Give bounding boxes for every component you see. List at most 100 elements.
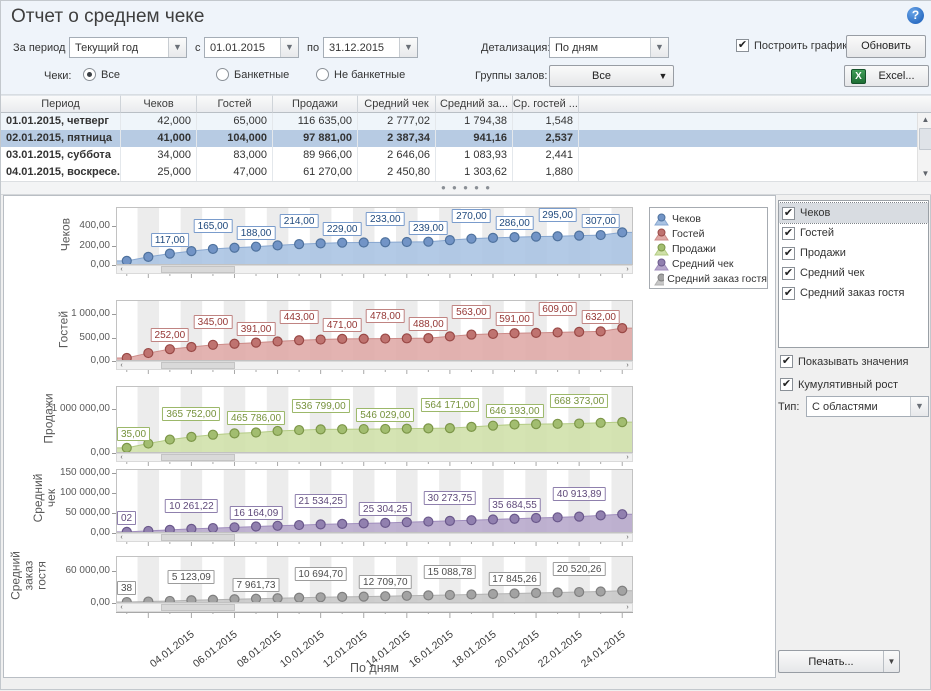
data-point[interactable] xyxy=(510,329,519,338)
data-point[interactable] xyxy=(553,513,562,522)
data-point[interactable] xyxy=(359,425,368,434)
splitter-handle[interactable]: ● ● ● ● ● xyxy=(1,181,931,195)
scrollbar-track[interactable] xyxy=(126,534,623,541)
column-header[interactable]: Ср. гостей ... xyxy=(513,95,579,113)
scroll-left-icon[interactable]: ‹ xyxy=(117,266,126,273)
data-point[interactable] xyxy=(338,238,347,247)
date-from-picker[interactable]: 01.01.2015 ▼ xyxy=(204,37,299,58)
scrollbar-thumb[interactable] xyxy=(161,266,236,273)
data-point[interactable] xyxy=(316,335,325,344)
radio-icon[interactable] xyxy=(316,68,329,81)
data-point[interactable] xyxy=(618,418,627,427)
hall-groups-dropdown[interactable]: Все ▼ xyxy=(549,65,674,87)
data-point[interactable] xyxy=(532,514,541,523)
data-point[interactable] xyxy=(359,334,368,343)
data-point[interactable] xyxy=(165,249,174,258)
data-point[interactable] xyxy=(230,339,239,348)
chart-horizontal-scrollbar[interactable]: ‹› xyxy=(116,603,633,612)
data-point[interactable] xyxy=(575,231,584,240)
data-point[interactable] xyxy=(252,428,261,437)
data-point[interactable] xyxy=(618,228,627,237)
data-point[interactable] xyxy=(553,588,562,597)
data-point[interactable] xyxy=(230,595,239,603)
series-checkbox[interactable]: ✔ xyxy=(782,287,795,300)
data-point[interactable] xyxy=(553,419,562,428)
chevron-down-icon[interactable]: ▼ xyxy=(399,38,417,57)
data-point[interactable] xyxy=(553,328,562,337)
data-point[interactable] xyxy=(424,517,433,526)
series-checkbox-row[interactable]: ✔Гостей xyxy=(779,223,928,243)
series-checkbox[interactable]: ✔ xyxy=(782,207,795,220)
data-point[interactable] xyxy=(424,237,433,246)
data-point[interactable] xyxy=(553,232,562,241)
data-point[interactable] xyxy=(187,432,196,441)
data-point[interactable] xyxy=(618,324,627,333)
data-point[interactable] xyxy=(510,589,519,598)
data-point[interactable] xyxy=(295,426,304,435)
help-icon[interactable]: ? xyxy=(907,7,924,24)
period-combobox[interactable]: Текущий год ▼ xyxy=(69,37,187,58)
data-point[interactable] xyxy=(596,587,605,596)
scroll-right-icon[interactable]: › xyxy=(623,454,632,461)
data-point[interactable] xyxy=(575,512,584,521)
data-point[interactable] xyxy=(467,422,476,431)
data-point[interactable] xyxy=(208,595,217,603)
data-point[interactable] xyxy=(488,329,497,338)
chevron-down-icon[interactable]: ▼ xyxy=(650,38,668,57)
data-point[interactable] xyxy=(402,591,411,600)
column-header[interactable]: Продажи xyxy=(273,95,358,113)
scrollbar-track[interactable] xyxy=(126,266,623,273)
cumulative-option[interactable]: ✔ Кумулятивный рост xyxy=(780,378,898,391)
scroll-right-icon[interactable]: › xyxy=(623,534,632,541)
table-vertical-scrollbar[interactable]: ▲ ▼ xyxy=(917,113,931,181)
data-point[interactable] xyxy=(187,342,196,351)
data-point[interactable] xyxy=(316,593,325,602)
table-row[interactable]: 03.01.2015, суббота34,00083,00089 966,00… xyxy=(1,147,931,164)
data-point[interactable] xyxy=(295,521,304,530)
data-point[interactable] xyxy=(467,330,476,339)
scrollbar-track[interactable] xyxy=(126,604,623,611)
chevron-down-icon[interactable]: ▼ xyxy=(168,38,186,57)
data-point[interactable] xyxy=(424,334,433,343)
data-point[interactable] xyxy=(532,589,541,598)
data-point[interactable] xyxy=(532,328,541,337)
chevron-down-icon[interactable]: ▼ xyxy=(280,38,298,57)
data-point[interactable] xyxy=(488,589,497,598)
table-row[interactable]: 02.01.2015, пятница41,000104,00097 881,0… xyxy=(1,130,931,147)
data-point[interactable] xyxy=(402,424,411,433)
data-point[interactable] xyxy=(381,238,390,247)
scrollbar-thumb[interactable] xyxy=(161,604,236,611)
scroll-up-icon[interactable]: ▲ xyxy=(918,113,931,127)
data-point[interactable] xyxy=(273,521,282,530)
data-point[interactable] xyxy=(402,334,411,343)
series-checkbox-list[interactable]: ✔Чеков✔Гостей✔Продажи✔Средний чек✔Средни… xyxy=(778,200,929,348)
data-point[interactable] xyxy=(467,516,476,525)
data-point[interactable] xyxy=(359,592,368,601)
data-point[interactable] xyxy=(402,237,411,246)
data-point[interactable] xyxy=(273,426,282,435)
scroll-left-icon[interactable]: ‹ xyxy=(117,534,126,541)
scroll-down-icon[interactable]: ▼ xyxy=(918,167,931,181)
chart-horizontal-scrollbar[interactable]: ‹› xyxy=(116,361,633,370)
scroll-left-icon[interactable]: ‹ xyxy=(117,454,126,461)
data-point[interactable] xyxy=(338,425,347,434)
data-point[interactable] xyxy=(532,232,541,241)
data-point[interactable] xyxy=(338,519,347,528)
print-button[interactable]: Печать... ▼ xyxy=(778,650,900,673)
data-point[interactable] xyxy=(316,425,325,434)
data-point[interactable] xyxy=(273,241,282,250)
scrollbar-track[interactable] xyxy=(126,454,623,461)
data-point[interactable] xyxy=(273,594,282,603)
chart-type-combobox[interactable]: С областями ▼ xyxy=(806,396,929,417)
data-point[interactable] xyxy=(252,522,261,531)
data-point[interactable] xyxy=(208,430,217,439)
print-dropdown-icon[interactable]: ▼ xyxy=(883,651,899,672)
data-point[interactable] xyxy=(445,332,454,341)
scroll-right-icon[interactable]: › xyxy=(623,266,632,273)
data-point[interactable] xyxy=(381,592,390,601)
table-row[interactable]: 01.01.2015, четверг42,00065,000116 635,0… xyxy=(1,113,931,130)
radio-option-2[interactable]: Банкетные xyxy=(216,68,289,81)
column-header[interactable]: Период xyxy=(1,95,121,113)
radio-icon[interactable] xyxy=(83,68,96,81)
data-point[interactable] xyxy=(445,236,454,245)
